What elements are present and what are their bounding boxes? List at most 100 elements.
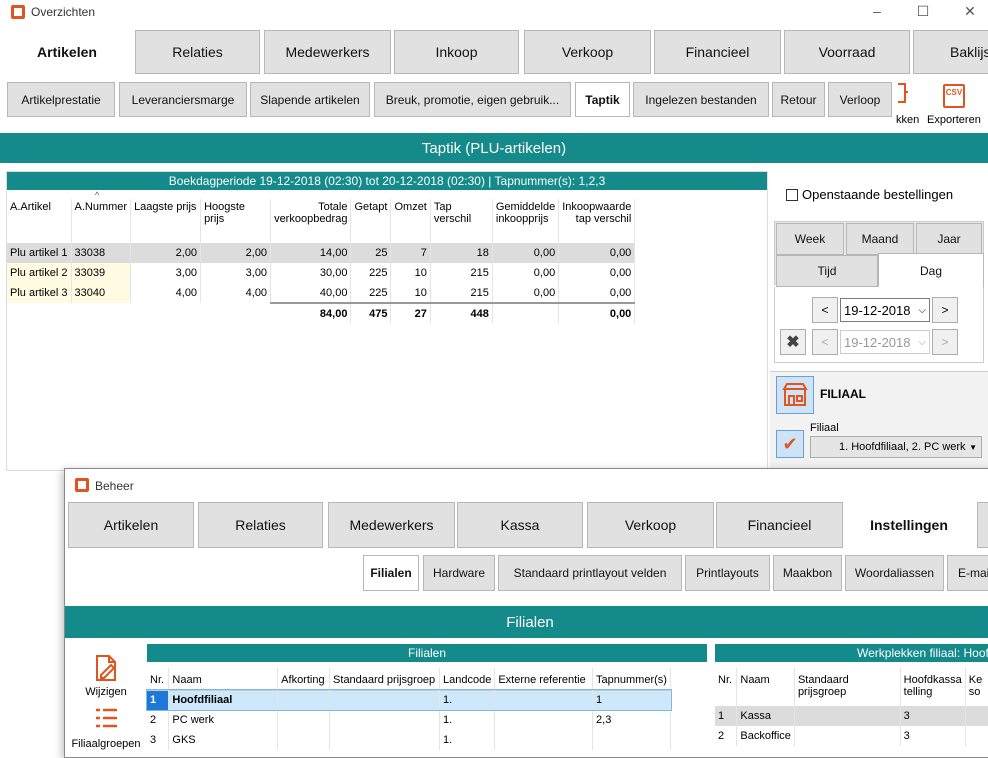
open-orders-checkbox[interactable] bbox=[786, 189, 798, 201]
store-icon bbox=[782, 383, 808, 406]
subtab-slapende-artikelen[interactable]: Slapende artikelen bbox=[250, 82, 370, 117]
werkplekken-panel: Werkplekken filiaal: Hoofdfiliaal Nr.Naa… bbox=[715, 644, 988, 754]
filialen-cell: Hoofdfiliaal bbox=[168, 690, 279, 710]
table-cell: 10 bbox=[390, 283, 431, 303]
filialen-cell bbox=[494, 730, 594, 750]
beheer-tab-relaties[interactable]: Relaties bbox=[198, 502, 323, 548]
subtab-artikelprestatie[interactable]: Artikelprestatie bbox=[7, 82, 115, 117]
werkplekken-cell bbox=[965, 706, 988, 726]
prev-date-button[interactable]: < bbox=[812, 297, 838, 323]
filialen-column-header[interactable]: Landcode bbox=[439, 668, 496, 690]
column-header[interactable]: Totale verkoopbedrag bbox=[270, 199, 352, 243]
table-cell: 30,00 bbox=[270, 263, 352, 283]
filialen-column-header[interactable]: Nr. bbox=[147, 668, 170, 690]
column-header[interactable]: A.Artikel bbox=[7, 199, 72, 243]
wijzigen-button[interactable]: Wijzigen bbox=[65, 651, 147, 699]
werkplekken-column-header[interactable]: Standaard prijsgroep bbox=[794, 668, 901, 706]
column-header[interactable]: Gemiddelde inkoopprijs bbox=[492, 199, 560, 243]
date-from-field[interactable]: 19-12-2018 ⌵ bbox=[840, 298, 930, 322]
tab-voorraad[interactable]: Voorraad bbox=[784, 30, 910, 74]
checkmark-icon: ✔ bbox=[782, 434, 798, 454]
werkplekken-cell: Backoffice bbox=[736, 726, 795, 746]
tab-inkoop[interactable]: Inkoop bbox=[394, 30, 519, 74]
beheer-subtab-hardware[interactable]: Hardware bbox=[423, 555, 495, 591]
beheer-tab-instellingen[interactable]: Instellingen bbox=[845, 502, 973, 548]
open-orders-label: Openstaande bestellingen bbox=[802, 187, 954, 202]
subtab-taptik[interactable]: Taptik bbox=[575, 82, 630, 117]
next-date-button[interactable]: > bbox=[932, 297, 958, 323]
filiaal-select[interactable]: 1. Hoofdfiliaal, 2. PC werk ▼ bbox=[810, 436, 982, 458]
filialen-row[interactable]: 2 PC werk 1. 2,3 bbox=[147, 710, 671, 730]
filialen-column-header[interactable]: Afkorting bbox=[277, 668, 331, 690]
tab-week[interactable]: Week bbox=[776, 223, 844, 255]
column-header[interactable]: Tap verschil bbox=[430, 199, 493, 243]
beheer-subtab-email[interactable]: E-mail bbox=[947, 555, 988, 591]
werkplekken-column-header[interactable]: Hoofdkassa telling bbox=[900, 668, 966, 706]
beheer-tab-kassa[interactable]: Kassa bbox=[457, 502, 583, 548]
table-row[interactable]: Plu artikel 2 33039 3,00 3,00 30,00 225 10 215 0… bbox=[7, 263, 636, 283]
tab-baklijst[interactable]: Baklijst bbox=[913, 30, 988, 74]
beheer-subtab-printlayouts[interactable]: Printlayouts bbox=[685, 555, 770, 591]
werkplekken-row[interactable]: 1 Kassa 3 bbox=[715, 706, 988, 726]
table-row[interactable]: Plu artikel 1 33038 2,00 2,00 14,00 25 7 18 0,00… bbox=[7, 243, 636, 263]
subtab-breuk[interactable]: Breuk, promotie, eigen gebruik... bbox=[374, 82, 571, 117]
subtab-verloop[interactable]: Verloop bbox=[828, 82, 892, 117]
filialen-cell: GKS bbox=[168, 730, 279, 750]
filialen-cell bbox=[494, 690, 594, 710]
partial-tool-button[interactable]: kken bbox=[894, 80, 920, 128]
section-title: Taptik (PLU-artikelen) bbox=[0, 133, 988, 163]
beheer-subtab-filialen[interactable]: Filialen bbox=[363, 555, 419, 591]
subtab-retour[interactable]: Retour bbox=[772, 82, 825, 117]
filialen-row[interactable]: 1 Hoofdfiliaal 1. 1 bbox=[146, 689, 672, 711]
werkplekken-column-header[interactable]: Ke so bbox=[965, 668, 988, 706]
export-button[interactable]: CSV Exporteren bbox=[924, 80, 986, 128]
filialen-column-header[interactable]: Naam bbox=[168, 668, 279, 690]
column-header[interactable]: Omzet bbox=[390, 199, 431, 243]
maximize-button[interactable]: ☐ bbox=[908, 3, 938, 20]
column-header[interactable]: Hoogste prijs bbox=[200, 199, 272, 243]
beheer-subtab-maakbon[interactable]: Maakbon bbox=[773, 555, 842, 591]
tab-medewerkers[interactable]: Medewerkers bbox=[264, 30, 391, 74]
column-header[interactable]: Getapt bbox=[350, 199, 392, 243]
tab-verkoop[interactable]: Verkoop bbox=[524, 30, 651, 74]
filiaal-checkbox[interactable]: ✔ bbox=[776, 430, 804, 458]
minimize-button[interactable]: – bbox=[862, 3, 892, 19]
tab-artikelen[interactable]: Artikelen bbox=[6, 30, 128, 74]
store-icon-button[interactable] bbox=[776, 376, 814, 414]
subtab-leveranciersmarge[interactable]: Leveranciersmarge bbox=[119, 82, 247, 117]
tab-financieel[interactable]: Financieel bbox=[654, 30, 781, 74]
table-cell: 7 bbox=[390, 243, 431, 263]
beheer-tab-artikelen[interactable]: Artikelen bbox=[68, 502, 194, 548]
clear-date-button[interactable]: ✖ bbox=[780, 329, 806, 355]
tab-jaar[interactable]: Jaar bbox=[916, 223, 982, 255]
totals-row: 84,00 475 27 448 0,00 bbox=[7, 302, 636, 323]
column-header[interactable]: Inkoopwaarde tap verschil bbox=[558, 199, 636, 243]
tab-maand[interactable]: Maand bbox=[846, 223, 914, 255]
close-button[interactable]: ✕ bbox=[955, 3, 985, 20]
filialen-row[interactable]: 3 GKS 1. bbox=[147, 730, 671, 750]
beheer-logo-icon bbox=[75, 478, 89, 492]
table-cell: 0,00 bbox=[558, 243, 636, 263]
column-header[interactable]: Laagste prijs bbox=[130, 199, 202, 243]
filialen-cell: 3 bbox=[147, 730, 170, 750]
beheer-tab-more[interactable] bbox=[977, 502, 988, 548]
beheer-tab-verkoop[interactable]: Verkoop bbox=[587, 502, 714, 548]
filialen-column-header[interactable]: Standaard prijsgroep bbox=[329, 668, 440, 690]
table-row[interactable]: Plu artikel 3 33040 4,00 4,00 40,00 225 10 215 0… bbox=[7, 283, 636, 303]
beheer-tab-financieel[interactable]: Financieel bbox=[716, 502, 843, 548]
beheer-subtab-woordaliassen[interactable]: Woordaliassen bbox=[845, 555, 944, 591]
beheer-subtab-printlayout-velden[interactable]: Standaard printlayout velden bbox=[498, 555, 682, 591]
filialen-column-header[interactable]: Externe referentie bbox=[494, 668, 594, 690]
werkplekken-column-header[interactable]: Nr. bbox=[715, 668, 738, 706]
tab-tijd[interactable]: Tijd bbox=[776, 255, 878, 287]
subtab-ingelezen-bestanden[interactable]: Ingelezen bestanden bbox=[633, 82, 769, 117]
werkplekken-row[interactable]: 2 Backoffice 3 bbox=[715, 726, 988, 746]
werkplekken-column-header[interactable]: Naam bbox=[736, 668, 795, 706]
beheer-tab-medewerkers[interactable]: Medewerkers bbox=[328, 502, 455, 548]
bracket-icon bbox=[898, 83, 908, 103]
filialen-column-header[interactable]: Tapnummer(s) bbox=[592, 668, 671, 690]
tab-relaties[interactable]: Relaties bbox=[135, 30, 260, 74]
tab-dag[interactable]: Dag bbox=[878, 253, 984, 287]
column-header[interactable]: A.Nummer bbox=[71, 199, 132, 243]
filialen-cell bbox=[329, 690, 440, 710]
